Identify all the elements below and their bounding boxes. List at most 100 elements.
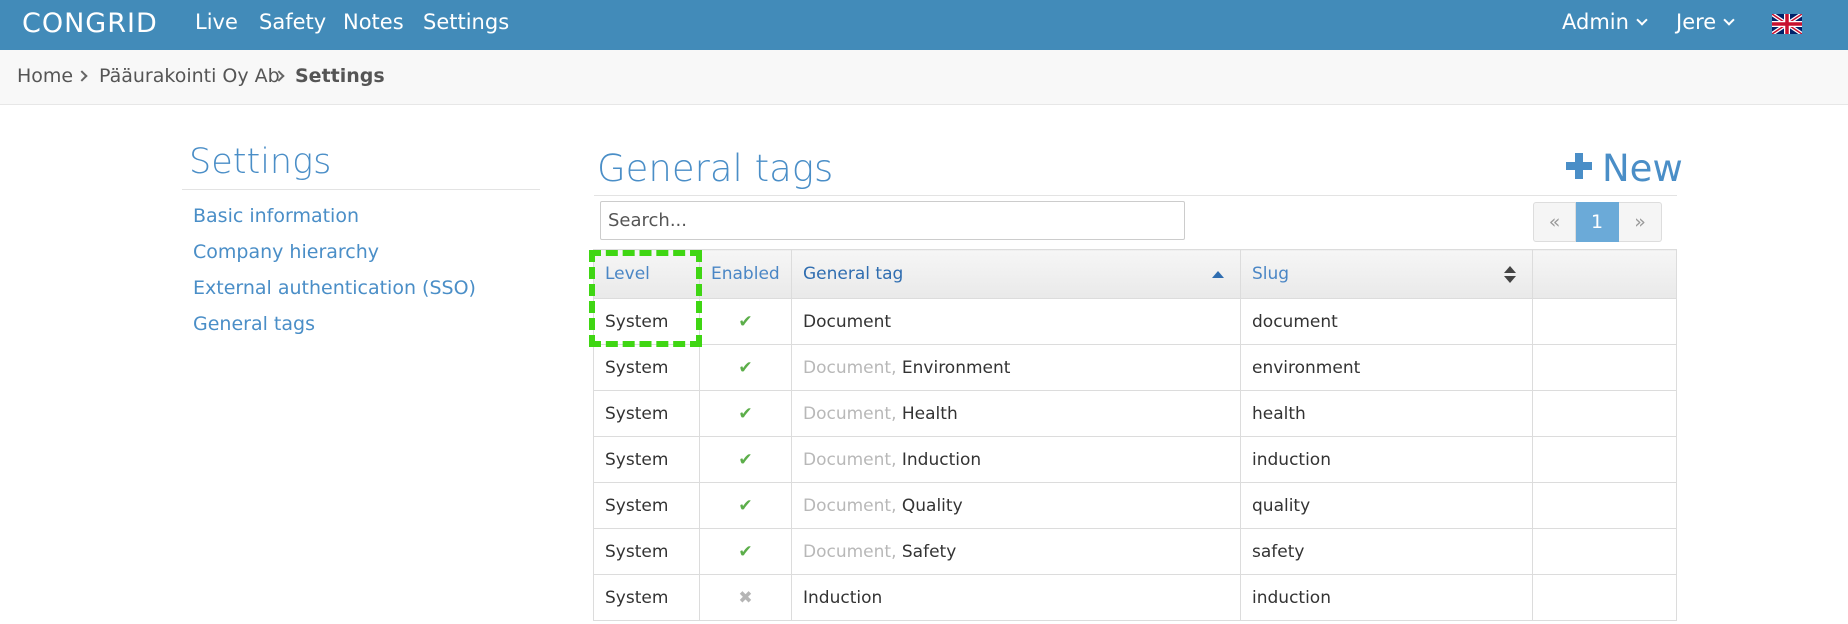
level-cell: System bbox=[593, 344, 700, 391]
nav-link-notes[interactable]: Notes bbox=[343, 10, 404, 34]
new-tag-button-label: New bbox=[1602, 147, 1683, 190]
general-tag-cell: Induction bbox=[791, 574, 1241, 621]
pagination-page-1[interactable]: 1 bbox=[1576, 202, 1619, 242]
congrid-logo[interactable]: CONGRID bbox=[22, 8, 158, 39]
breadcrumb-current: Settings bbox=[295, 65, 385, 87]
breadcrumb-company[interactable]: Pääurakointi Oy Ab bbox=[99, 65, 280, 87]
actions-cell bbox=[1532, 298, 1677, 345]
table-row[interactable]: System ✔ Document, Quality quality bbox=[593, 482, 1677, 529]
enabled-cell: ✔ bbox=[699, 482, 792, 529]
search-input[interactable] bbox=[600, 201, 1185, 240]
checkmark-icon: ✔ bbox=[738, 495, 753, 516]
slug-cell: induction bbox=[1240, 436, 1533, 483]
tag-name: Document bbox=[803, 311, 892, 332]
column-header-slug[interactable]: Slug bbox=[1240, 249, 1533, 299]
tag-name: Induction bbox=[803, 587, 883, 608]
sidebar-item-external-authentication[interactable]: External authentication (SSO) bbox=[193, 277, 476, 299]
parent-tag: Document, bbox=[803, 495, 897, 516]
nav-link-live[interactable]: Live bbox=[195, 10, 238, 34]
slug-cell: health bbox=[1240, 390, 1533, 437]
sidebar-divider bbox=[182, 189, 540, 190]
checkmark-icon: ✔ bbox=[738, 449, 753, 470]
enabled-cell: ✔ bbox=[699, 344, 792, 391]
slug-cell: safety bbox=[1240, 528, 1533, 575]
pagination-next[interactable]: » bbox=[1619, 202, 1662, 242]
table-row[interactable]: System ✔ Document document bbox=[593, 298, 1677, 345]
column-header-general-tag-label: General tag bbox=[803, 264, 904, 284]
actions-cell bbox=[1532, 574, 1677, 621]
column-header-general-tag[interactable]: General tag bbox=[791, 249, 1241, 299]
general-tags-table: Level Enabled General tag Slug System ✔ Do… bbox=[593, 249, 1677, 621]
checkmark-icon: ✔ bbox=[738, 357, 753, 378]
column-header-level[interactable]: Level bbox=[593, 249, 700, 299]
parent-tag: Document, bbox=[803, 541, 897, 562]
actions-cell bbox=[1532, 344, 1677, 391]
top-navbar: CONGRID Live Safety Notes Settings Admin… bbox=[0, 0, 1848, 50]
checkmark-icon: ✔ bbox=[738, 403, 753, 424]
chevron-right-icon bbox=[76, 70, 88, 82]
general-tag-cell: Document bbox=[791, 298, 1241, 345]
pagination-prev[interactable]: « bbox=[1533, 202, 1576, 242]
tag-name: Environment bbox=[901, 357, 1011, 378]
sort-ascending-icon bbox=[1212, 271, 1224, 278]
table-row[interactable]: System ✔ Document, Induction induction bbox=[593, 436, 1677, 483]
admin-menu[interactable]: Admin bbox=[1562, 10, 1648, 34]
user-menu[interactable]: Jere bbox=[1676, 10, 1735, 34]
pagination: « 1 » bbox=[1533, 202, 1662, 242]
parent-tag: Document, bbox=[803, 357, 897, 378]
level-cell: System bbox=[593, 436, 700, 483]
slug-cell: document bbox=[1240, 298, 1533, 345]
column-header-actions bbox=[1532, 249, 1677, 299]
general-tag-cell: Document, Quality bbox=[791, 482, 1241, 529]
column-header-slug-label: Slug bbox=[1252, 264, 1290, 284]
sidebar-item-company-hierarchy[interactable]: Company hierarchy bbox=[193, 241, 379, 263]
enabled-cell: ✔ bbox=[699, 528, 792, 575]
table-row[interactable]: System ✔ Document, Safety safety bbox=[593, 528, 1677, 575]
column-header-enabled[interactable]: Enabled bbox=[699, 249, 792, 299]
tag-name: Health bbox=[901, 403, 958, 424]
slug-cell: quality bbox=[1240, 482, 1533, 529]
title-divider bbox=[594, 195, 1677, 196]
chevron-down-icon bbox=[1723, 14, 1735, 26]
general-tag-cell: Document, Induction bbox=[791, 436, 1241, 483]
nav-link-safety[interactable]: Safety bbox=[259, 10, 326, 34]
admin-menu-label: Admin bbox=[1562, 10, 1629, 34]
actions-cell bbox=[1532, 436, 1677, 483]
enabled-cell: ✔ bbox=[699, 390, 792, 437]
page-title: General tags bbox=[597, 147, 834, 190]
enabled-cell: ✖ bbox=[699, 574, 792, 621]
actions-cell bbox=[1532, 528, 1677, 575]
actions-cell bbox=[1532, 390, 1677, 437]
chevron-down-icon bbox=[1636, 14, 1648, 26]
general-tag-cell: Document, Health bbox=[791, 390, 1241, 437]
sidebar-title: Settings bbox=[189, 142, 332, 182]
nav-link-settings[interactable]: Settings bbox=[423, 10, 509, 34]
sort-icon bbox=[1504, 266, 1516, 284]
breadcrumb: Home Pääurakointi Oy Ab Settings bbox=[0, 50, 1848, 105]
checkmark-icon: ✔ bbox=[738, 311, 753, 332]
cross-icon: ✖ bbox=[738, 587, 753, 608]
tag-name: Induction bbox=[901, 449, 982, 470]
table-row[interactable]: System ✔ Document, Environment environment bbox=[593, 344, 1677, 391]
actions-cell bbox=[1532, 482, 1677, 529]
sidebar-item-general-tags[interactable]: General tags bbox=[193, 313, 315, 335]
table-row[interactable]: System ✔ Document, Health health bbox=[593, 390, 1677, 437]
sidebar-item-basic-information[interactable]: Basic information bbox=[193, 205, 359, 227]
general-tag-cell: Document, Safety bbox=[791, 528, 1241, 575]
level-cell: System bbox=[593, 528, 700, 575]
table-row[interactable]: System ✖ Induction induction bbox=[593, 574, 1677, 621]
enabled-cell: ✔ bbox=[699, 436, 792, 483]
tag-name: Safety bbox=[901, 541, 957, 562]
level-cell: System bbox=[593, 482, 700, 529]
tag-name: Quality bbox=[901, 495, 963, 516]
level-cell: System bbox=[593, 390, 700, 437]
level-cell: System bbox=[593, 298, 700, 345]
slug-cell: environment bbox=[1240, 344, 1533, 391]
breadcrumb-home[interactable]: Home bbox=[17, 65, 73, 87]
level-cell: System bbox=[593, 574, 700, 621]
new-tag-button[interactable]: New bbox=[1566, 147, 1683, 190]
uk-flag-icon[interactable] bbox=[1772, 14, 1802, 34]
parent-tag: Document, bbox=[803, 449, 897, 470]
checkmark-icon: ✔ bbox=[738, 541, 753, 562]
general-tag-cell: Document, Environment bbox=[791, 344, 1241, 391]
